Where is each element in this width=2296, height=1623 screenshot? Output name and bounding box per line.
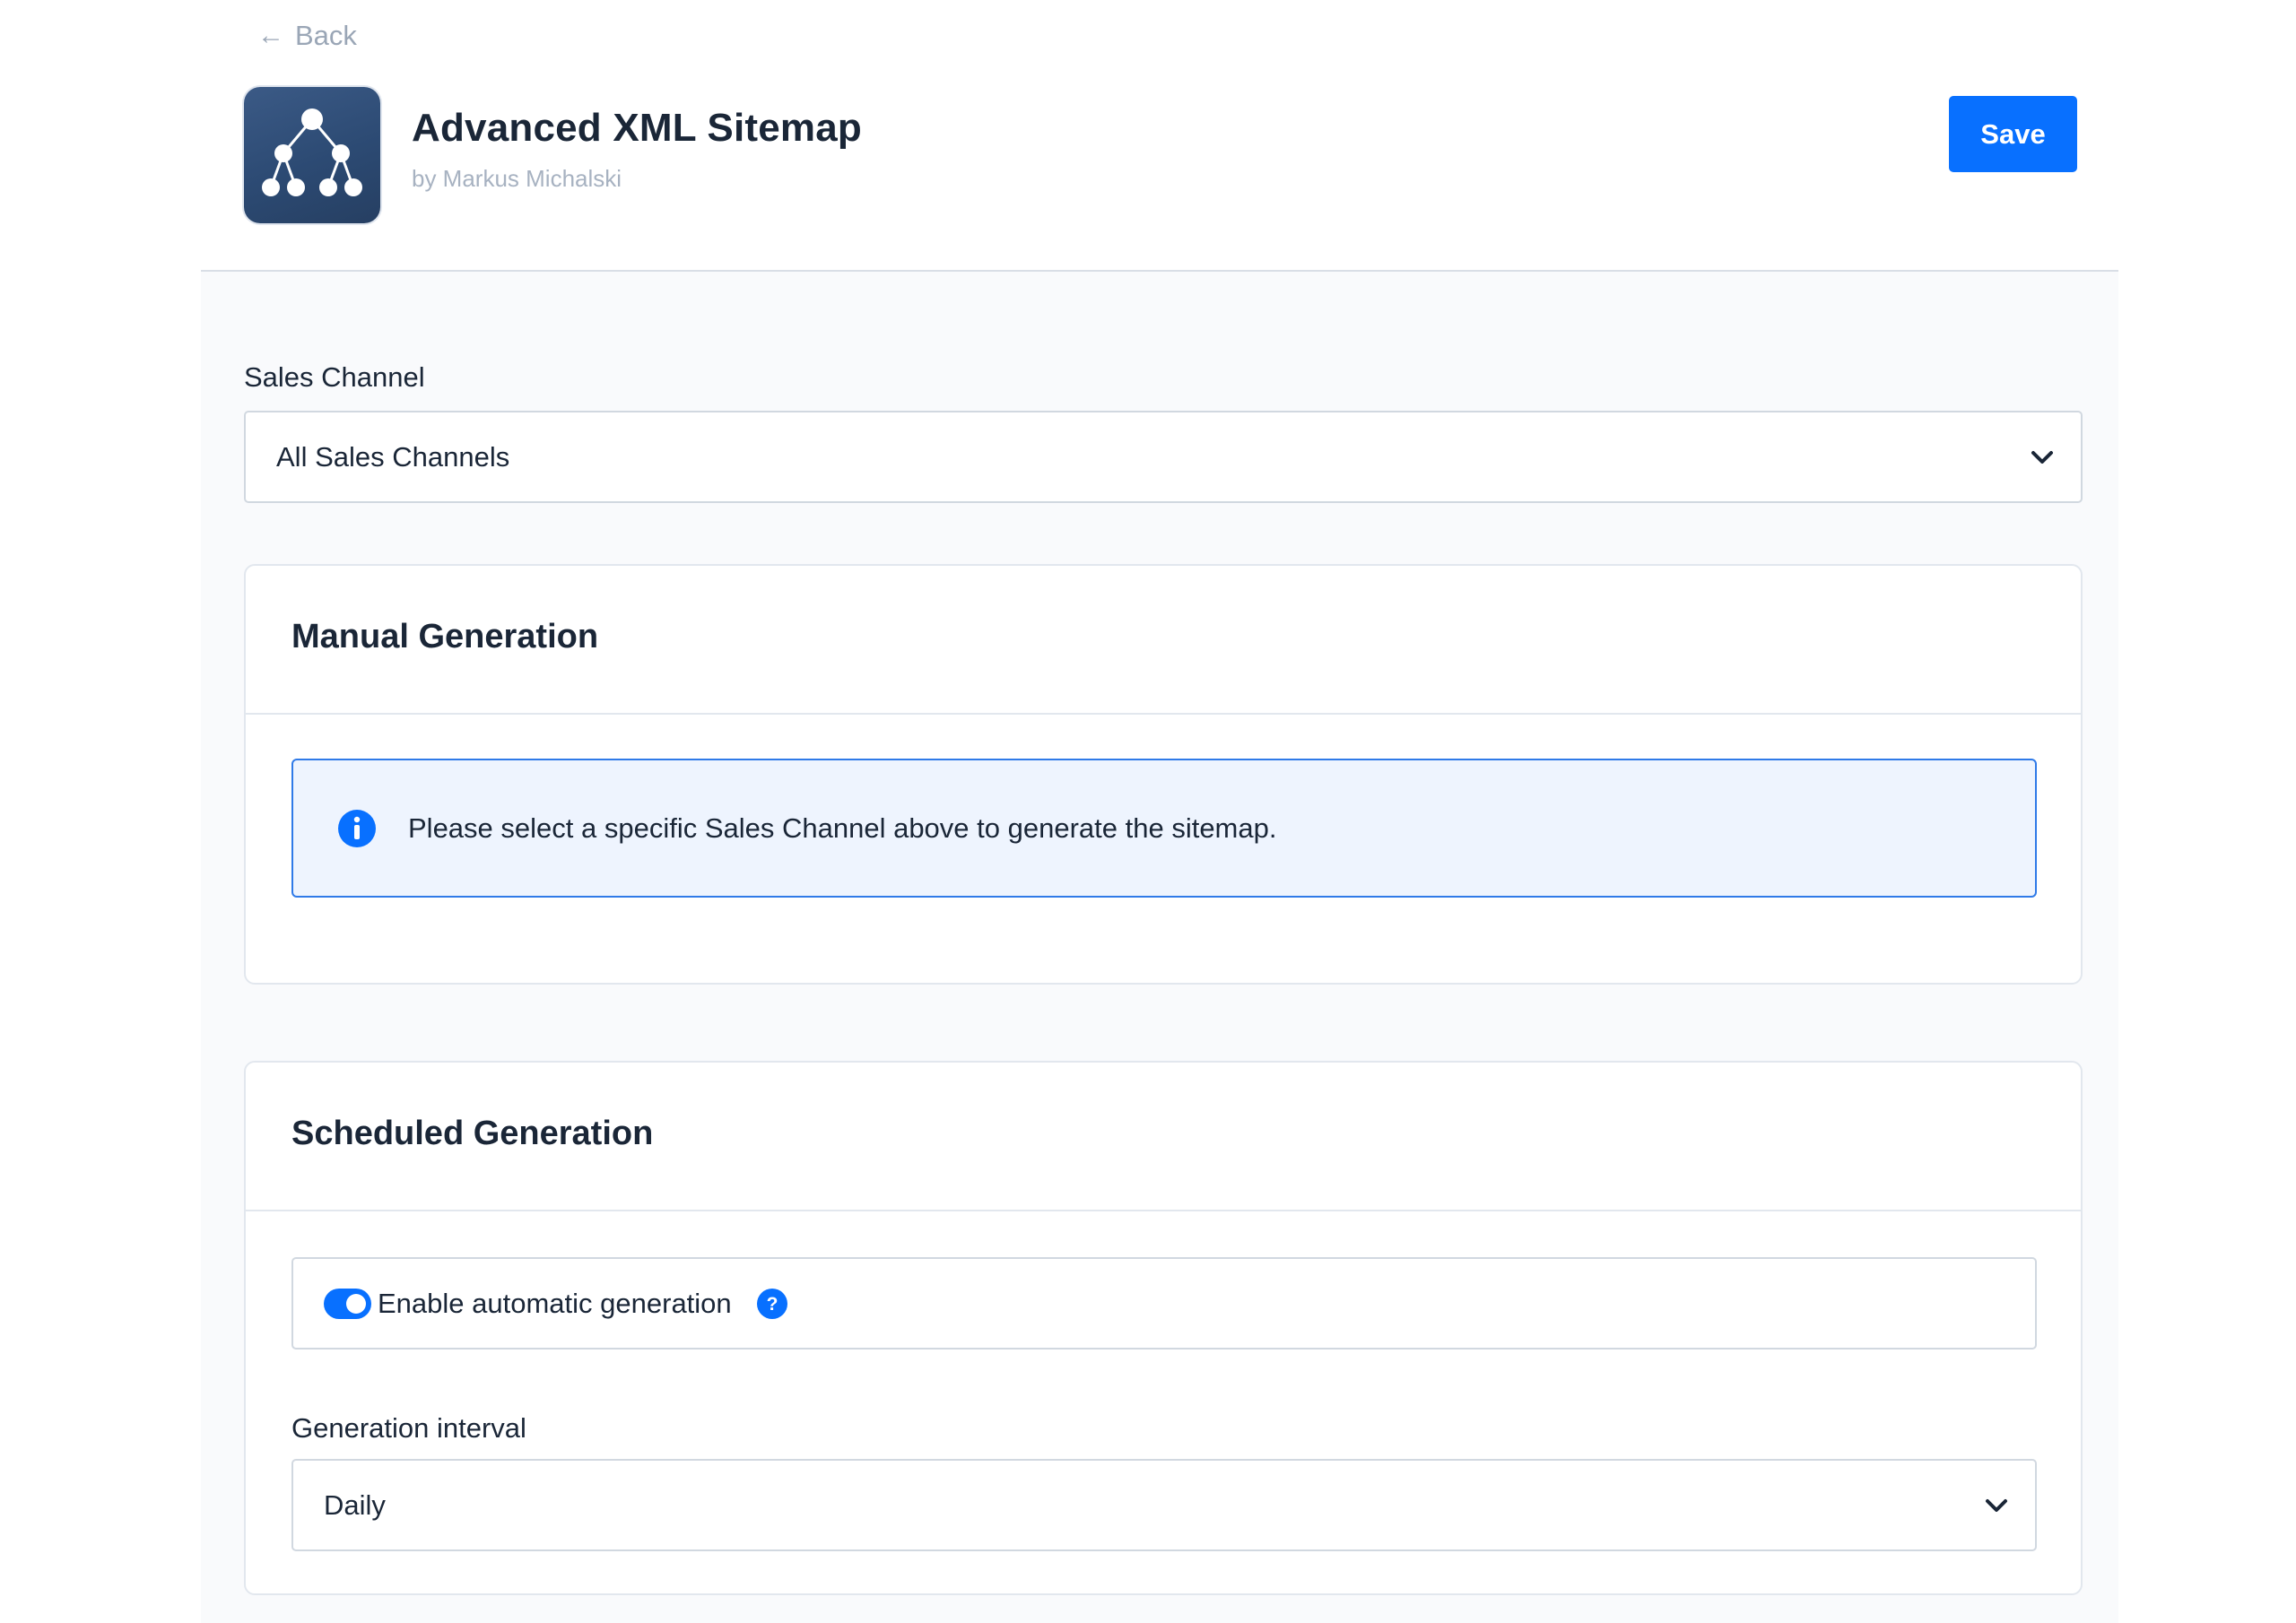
- sales-channel-label: Sales Channel: [244, 361, 425, 393]
- svg-text:?: ?: [767, 1294, 778, 1315]
- auto-generation-switch-field: Enable automatic generation ?: [291, 1257, 2037, 1350]
- manual-generation-card: Manual Generation Please select a specif…: [244, 564, 2083, 985]
- info-message: Please select a specific Sales Channel a…: [408, 812, 1277, 844]
- scheduled-generation-card: Scheduled Generation Enable automatic ge…: [244, 1061, 2083, 1595]
- plugin-config-page: ← Back Advanced XML Sitemap by Markus Mi…: [0, 0, 2296, 1623]
- sales-channel-select[interactable]: All Sales Channels: [244, 411, 2083, 503]
- auto-generation-toggle[interactable]: [324, 1288, 371, 1319]
- app-logo: [244, 87, 380, 223]
- app-author: by Markus Michalski: [412, 165, 622, 192]
- info-alert: Please select a specific Sales Channel a…: [291, 759, 2037, 898]
- manual-generation-title: Manual Generation: [291, 618, 599, 655]
- generation-interval-select[interactable]: Daily: [291, 1459, 2037, 1551]
- toggle-knob: [346, 1293, 366, 1314]
- back-link-label: Back: [295, 20, 357, 51]
- help-icon[interactable]: ?: [756, 1288, 788, 1320]
- auto-generation-label: Enable automatic generation: [378, 1287, 732, 1319]
- page-title: Advanced XML Sitemap: [412, 106, 862, 150]
- sales-channel-value: All Sales Channels: [276, 440, 510, 473]
- chevron-down-icon: [1986, 1498, 2007, 1512]
- generation-interval-label: Generation interval: [291, 1412, 526, 1444]
- back-link[interactable]: ← Back: [257, 18, 357, 54]
- scheduled-generation-title: Scheduled Generation: [291, 1115, 654, 1152]
- card-divider: [246, 713, 2081, 715]
- generation-interval-value: Daily: [324, 1488, 386, 1521]
- sitemap-tree-icon: [262, 108, 362, 196]
- info-icon: [338, 809, 376, 847]
- arrow-left-icon: ←: [257, 21, 284, 50]
- save-button[interactable]: Save: [1949, 96, 2077, 172]
- card-divider: [246, 1210, 2081, 1211]
- chevron-down-icon: [2031, 450, 2053, 464]
- content-area: Sales Channel All Sales Channels Manual …: [201, 272, 2118, 1623]
